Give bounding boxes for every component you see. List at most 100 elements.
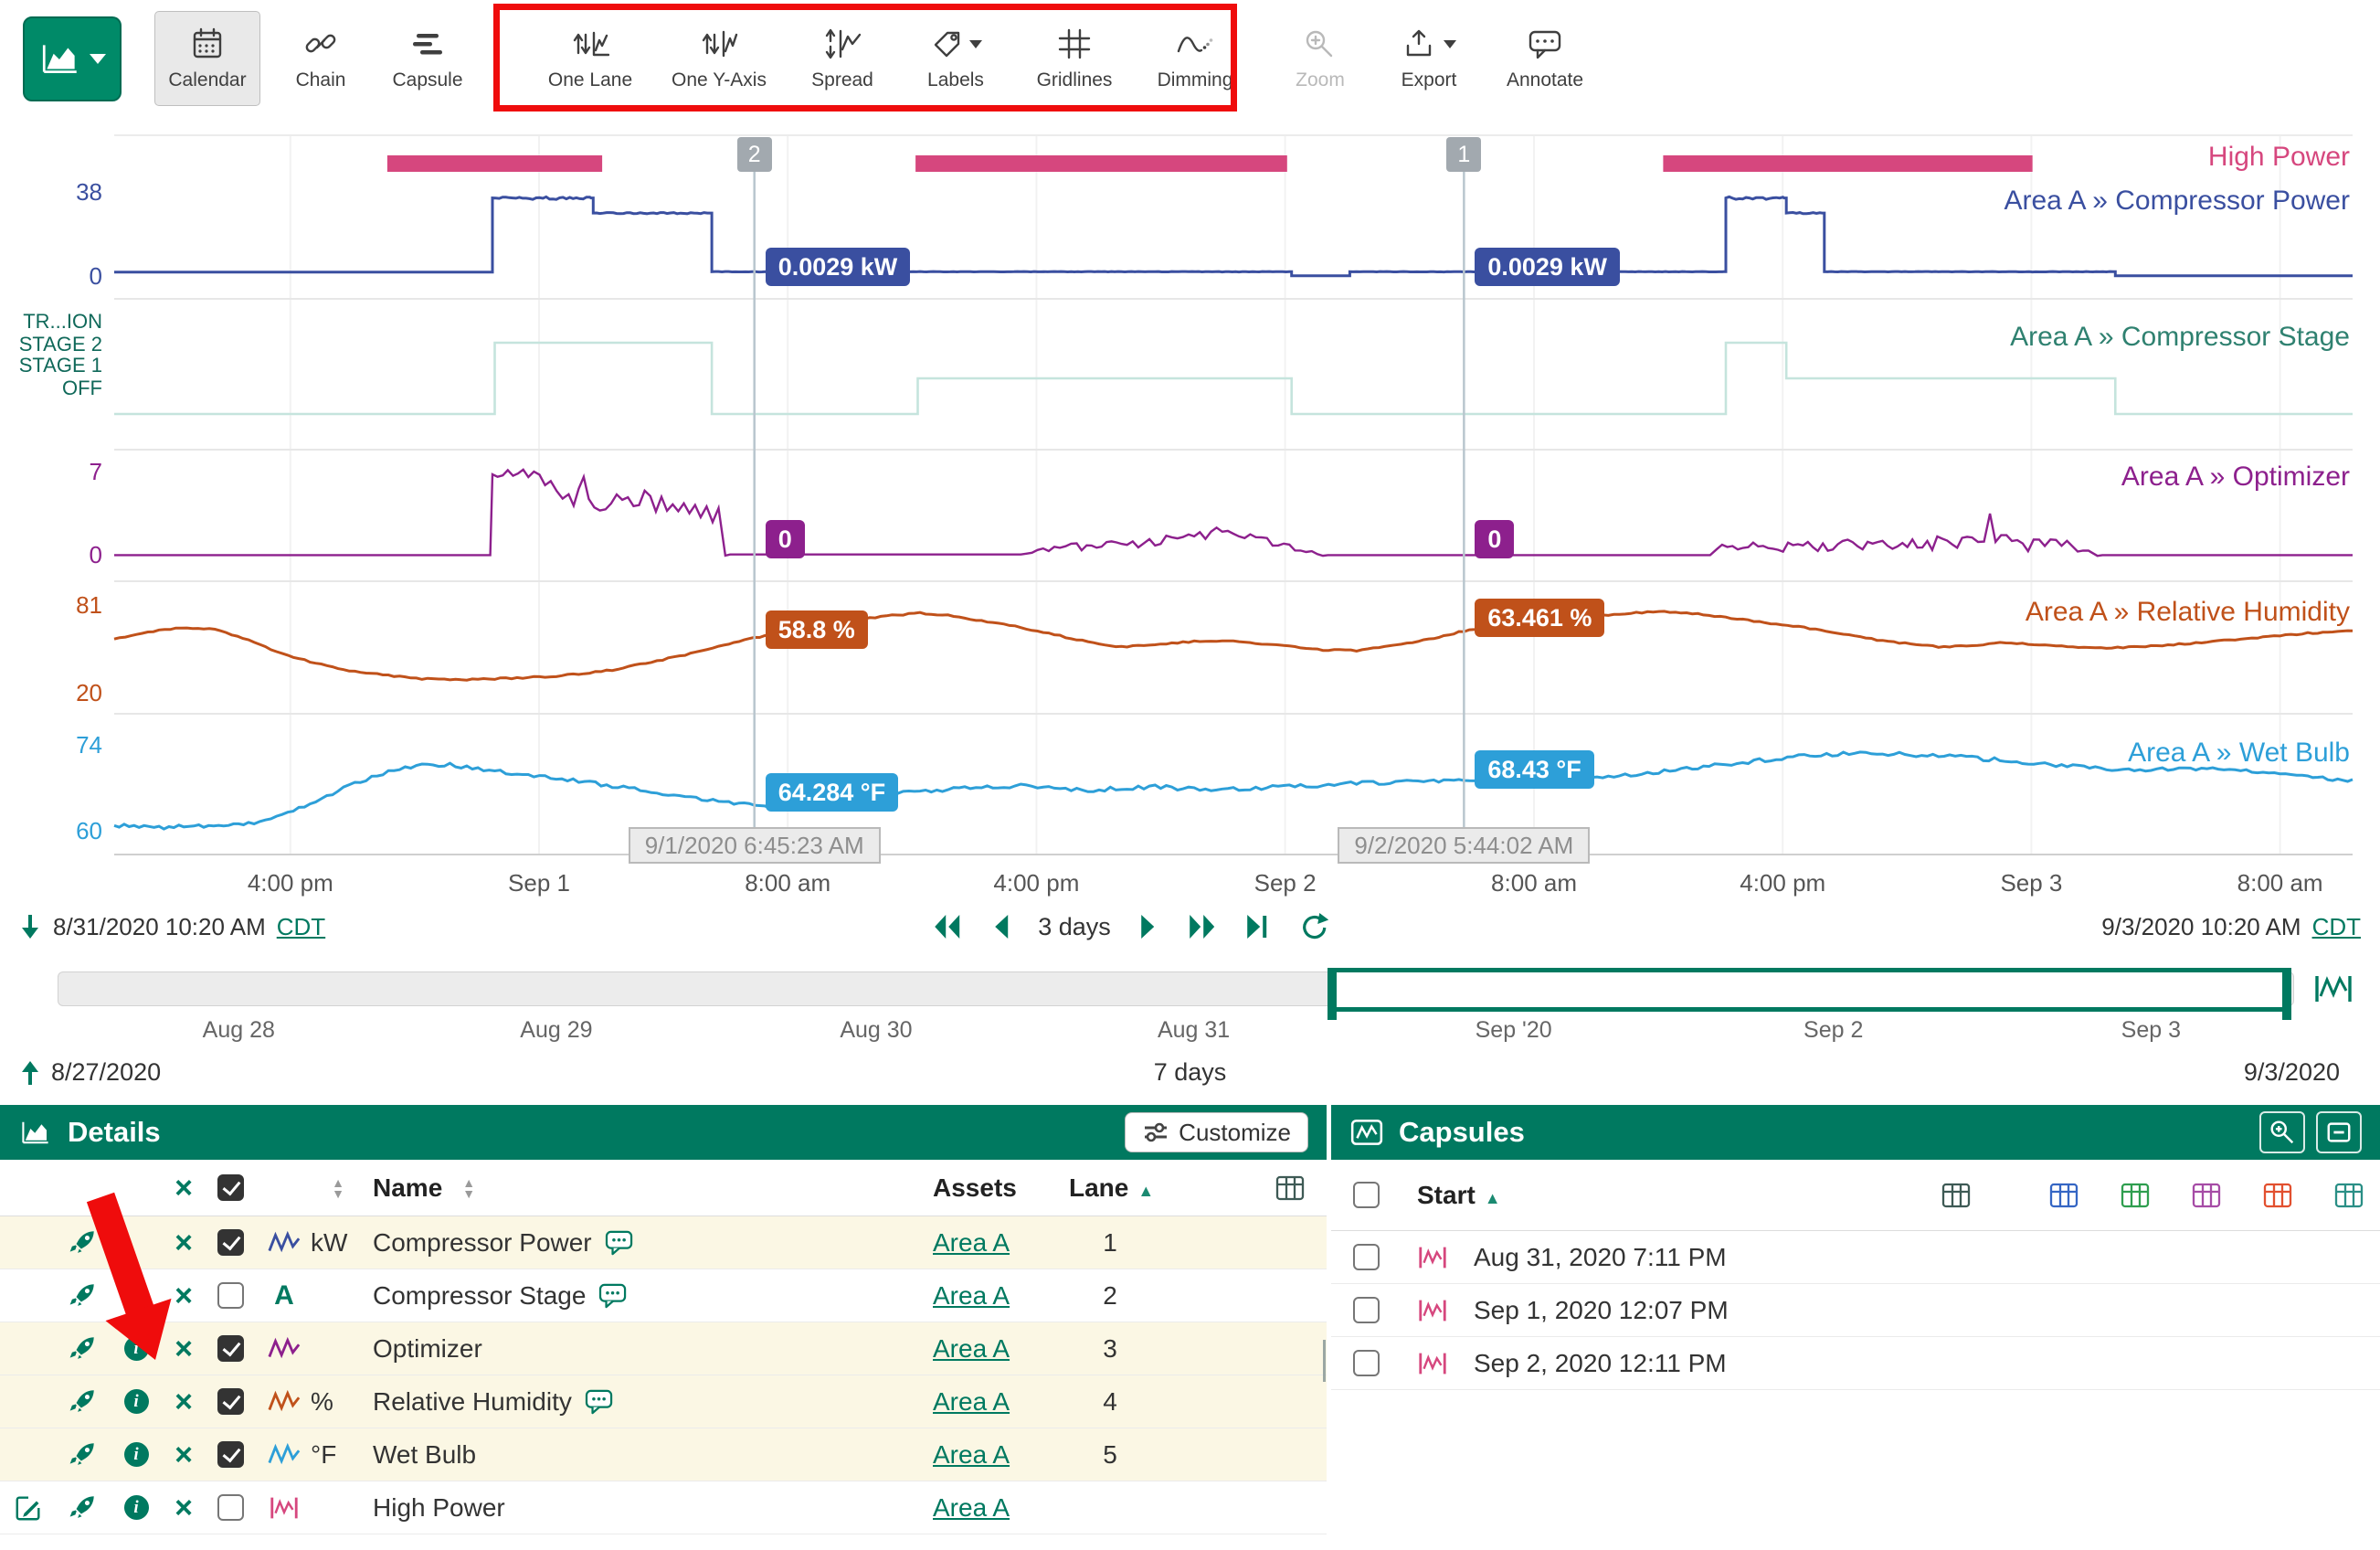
pin-to-trend-icon[interactable] bbox=[68, 1440, 97, 1470]
capsule-checkbox[interactable] bbox=[1353, 1244, 1380, 1270]
asset-link[interactable]: Area A bbox=[933, 1493, 1010, 1522]
row-checkbox[interactable] bbox=[217, 1229, 244, 1256]
info-icon[interactable]: i bbox=[124, 1495, 149, 1520]
asset-link[interactable]: Area A bbox=[933, 1440, 1010, 1469]
info-icon[interactable]: i bbox=[124, 1442, 149, 1467]
column-lane[interactable]: Lane bbox=[1069, 1173, 1128, 1202]
row-checkbox[interactable] bbox=[217, 1282, 244, 1309]
toolbar-button-dimming[interactable]: Dimming bbox=[1147, 11, 1243, 106]
lane-number: 2 bbox=[1069, 1281, 1151, 1311]
toolbar-button-labels[interactable]: Labels bbox=[909, 11, 1002, 106]
toolbar-button-export[interactable]: Export bbox=[1382, 11, 1476, 106]
step-back-button[interactable] bbox=[990, 913, 1010, 940]
capsule-checkbox[interactable] bbox=[1353, 1350, 1380, 1376]
remove-icon[interactable]: × bbox=[164, 1441, 203, 1469]
worksheet-view-selector[interactable] bbox=[23, 16, 122, 101]
details-row[interactable]: i × % Relative Humidity Area A 4 bbox=[0, 1375, 1327, 1428]
item-name: Relative Humidity bbox=[373, 1387, 572, 1417]
asset-link[interactable]: Area A bbox=[933, 1228, 1010, 1257]
pin-to-trend-icon[interactable] bbox=[68, 1387, 97, 1417]
toolbar-button-one-lane[interactable]: One Lane bbox=[542, 11, 639, 106]
add-column-icon[interactable] bbox=[1275, 1174, 1305, 1202]
cursor-badge[interactable]: 2 bbox=[737, 137, 772, 172]
sort-icon[interactable]: ▲▼ bbox=[332, 1177, 344, 1199]
overview-selected-range[interactable] bbox=[1328, 968, 2290, 1012]
toolbar-label: Dimming bbox=[1158, 69, 1233, 91]
toolbar-button-spread[interactable]: Spread bbox=[799, 11, 885, 106]
cursor-badge[interactable]: 1 bbox=[1446, 137, 1481, 172]
add-column-icon[interactable] bbox=[1941, 1182, 1971, 1209]
select-all-checkbox[interactable] bbox=[217, 1174, 244, 1201]
edit-icon[interactable] bbox=[14, 1493, 43, 1523]
toolbar-label: Annotate bbox=[1507, 69, 1583, 91]
row-checkbox[interactable] bbox=[217, 1335, 244, 1362]
details-row[interactable]: × kW Compressor Power Area A 1 bbox=[0, 1216, 1327, 1269]
toolbar-label: One Lane bbox=[548, 69, 632, 91]
capsule-time-icon[interactable] bbox=[2312, 969, 2354, 1007]
column-start[interactable]: Start bbox=[1417, 1181, 1476, 1209]
add-stat-column-icon[interactable] bbox=[2121, 1182, 2150, 1209]
step-forward-button[interactable] bbox=[1138, 913, 1158, 940]
comment-icon[interactable] bbox=[585, 1389, 614, 1415]
timezone-link[interactable]: CDT bbox=[2312, 913, 2361, 941]
pin-to-trend-icon[interactable] bbox=[68, 1334, 97, 1364]
timezone-link[interactable]: CDT bbox=[277, 913, 325, 941]
step-to-end-button[interactable] bbox=[1244, 913, 1270, 940]
toolbar-button-calendar[interactable]: Calendar bbox=[154, 11, 260, 106]
pin-to-trend-icon[interactable] bbox=[68, 1228, 97, 1258]
toolbar-button-capsule[interactable]: Capsule bbox=[383, 11, 472, 106]
overview-timeline-bar[interactable] bbox=[58, 971, 2294, 1006]
remove-icon[interactable]: × bbox=[164, 1494, 203, 1522]
toolbar-button-gridlines[interactable]: Gridlines bbox=[1026, 11, 1123, 106]
remove-icon[interactable]: × bbox=[164, 1229, 203, 1257]
capsule-row[interactable]: Sep 2, 2020 12:11 PM bbox=[1331, 1337, 2380, 1390]
zoom-to-capsule-button[interactable] bbox=[2259, 1111, 2305, 1153]
details-row[interactable]: i × A Compressor Stage Area A 2 bbox=[0, 1269, 1327, 1322]
trend-chart[interactable]: 380Area A » Compressor PowerTR...IONSTAG… bbox=[0, 119, 2380, 864]
add-stat-column-icon[interactable] bbox=[2049, 1182, 2079, 1209]
collapse-panel-button[interactable] bbox=[2316, 1111, 2362, 1153]
row-checkbox[interactable] bbox=[217, 1441, 244, 1468]
toolbar-button-annotate[interactable]: Annotate bbox=[1494, 11, 1596, 106]
comment-icon[interactable] bbox=[598, 1283, 628, 1309]
details-row[interactable]: i × High Power Area A bbox=[0, 1481, 1327, 1534]
info-icon[interactable]: i bbox=[124, 1336, 149, 1361]
capsule-row[interactable]: Aug 31, 2020 7:11 PM bbox=[1331, 1231, 2380, 1284]
pin-to-trend-icon[interactable] bbox=[68, 1281, 97, 1311]
range-handle-left[interactable] bbox=[1328, 969, 1337, 1020]
remove-all-icon[interactable]: × bbox=[164, 1174, 203, 1202]
column-assets[interactable]: Assets bbox=[933, 1173, 1017, 1202]
toolbar-button-one-y-axis[interactable]: One Y-Axis bbox=[662, 11, 776, 106]
details-row[interactable]: i × Optimizer Area A 3 bbox=[0, 1322, 1327, 1375]
row-checkbox[interactable] bbox=[217, 1494, 244, 1521]
add-stat-column-icon[interactable] bbox=[2192, 1182, 2221, 1209]
pin-to-trend-icon[interactable] bbox=[68, 1493, 97, 1523]
range-handle-right[interactable] bbox=[2282, 969, 2291, 1020]
sort-icon[interactable]: ▲▼ bbox=[462, 1177, 475, 1199]
asset-link[interactable]: Area A bbox=[933, 1387, 1010, 1416]
info-icon[interactable]: i bbox=[124, 1389, 149, 1414]
info-icon[interactable]: i bbox=[124, 1283, 149, 1308]
remove-icon[interactable]: × bbox=[164, 1388, 203, 1416]
select-all-capsules-checkbox[interactable] bbox=[1353, 1182, 1380, 1208]
asset-link[interactable]: Area A bbox=[933, 1334, 1010, 1363]
capsule-row[interactable]: Sep 1, 2020 12:07 PM bbox=[1331, 1284, 2380, 1337]
duration-label[interactable]: 3 days bbox=[1038, 913, 1111, 941]
toolbar-button-zoom[interactable]: Zoom bbox=[1280, 11, 1360, 106]
remove-icon[interactable]: × bbox=[164, 1282, 203, 1310]
column-name[interactable]: Name bbox=[373, 1173, 442, 1203]
step-forward-half-button[interactable] bbox=[1186, 913, 1217, 940]
asset-link[interactable]: Area A bbox=[933, 1281, 1010, 1310]
toolbar-label: Gridlines bbox=[1037, 69, 1113, 91]
customize-button[interactable]: Customize bbox=[1125, 1112, 1308, 1152]
comment-icon[interactable] bbox=[605, 1230, 634, 1256]
add-stat-column-icon[interactable] bbox=[2263, 1182, 2292, 1209]
details-row[interactable]: i × °F Wet Bulb Area A 5 bbox=[0, 1428, 1327, 1481]
toolbar-button-chain[interactable]: Chain bbox=[284, 11, 357, 106]
remove-icon[interactable]: × bbox=[164, 1335, 203, 1363]
refresh-icon[interactable] bbox=[1297, 912, 1328, 941]
row-checkbox[interactable] bbox=[217, 1388, 244, 1415]
capsule-checkbox[interactable] bbox=[1353, 1297, 1380, 1323]
add-stat-column-icon[interactable] bbox=[2334, 1182, 2364, 1209]
step-back-half-button[interactable] bbox=[932, 913, 963, 940]
